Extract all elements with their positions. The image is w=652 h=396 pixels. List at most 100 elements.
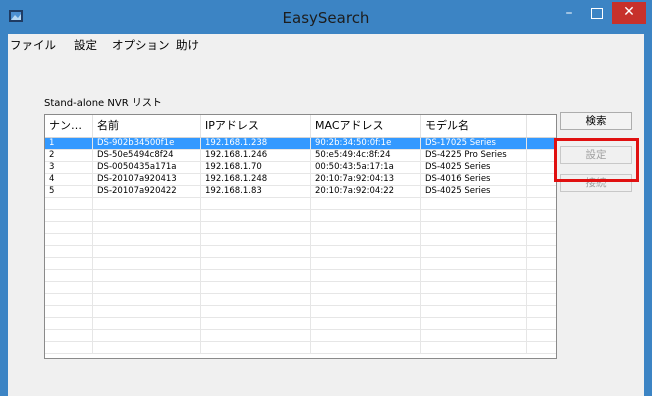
maximize-button[interactable]	[584, 4, 610, 24]
client-area: ファイル 設定 オプション 助け Stand-alone NVR リスト ナン……	[8, 34, 644, 396]
table-cell-model	[421, 210, 527, 221]
close-button[interactable]: ✕	[612, 2, 646, 24]
table-cell-mac	[311, 234, 421, 245]
table-cell-name: DS-20107a920413	[93, 174, 201, 185]
table-row[interactable]	[45, 198, 556, 210]
highlight-box	[554, 138, 639, 182]
table-row[interactable]	[45, 306, 556, 318]
table-cell-ip	[201, 210, 311, 221]
table-cell-num	[45, 246, 93, 257]
table-row[interactable]	[45, 330, 556, 342]
table-cell-num	[45, 210, 93, 221]
app-window: EasySearch – ✕ ファイル 設定 オプション 助け Stand-al…	[0, 0, 652, 396]
table-cell-ip	[201, 222, 311, 233]
table-row[interactable]: 3 DS-0050435a171a 192.168.1.70 00:50:43:5a:…	[45, 162, 556, 174]
table-cell-mac: 20:10:7a:92:04:22	[311, 186, 421, 197]
table-row[interactable]	[45, 294, 556, 306]
table-row[interactable]	[45, 222, 556, 234]
table-cell-ip: 192.168.1.83	[201, 186, 311, 197]
table-cell-model	[421, 258, 527, 269]
window-title: EasySearch	[282, 9, 370, 27]
minimize-button[interactable]: –	[556, 4, 582, 24]
menu-bar: ファイル 設定 オプション 助け	[8, 34, 644, 56]
nvr-list-view[interactable]: ナン… 名前 IPアドレス MACアドレス モデル名 1 DS-902b34500…	[44, 114, 557, 359]
table-cell-mac	[311, 246, 421, 257]
table-cell-model	[421, 282, 527, 293]
table-cell-model	[421, 246, 527, 257]
table-cell-num	[45, 282, 93, 293]
table-cell-ip	[201, 258, 311, 269]
table-cell-name	[93, 222, 201, 233]
table-row[interactable]	[45, 270, 556, 282]
table-cell-ip: 192.168.1.70	[201, 162, 311, 173]
table-row[interactable]	[45, 342, 556, 354]
table-cell-name	[93, 270, 201, 281]
table-cell-model	[421, 294, 527, 305]
table-cell-name	[93, 246, 201, 257]
table-cell-ip	[201, 246, 311, 257]
column-header-mac[interactable]: MACアドレス	[311, 115, 421, 137]
table-cell-name: DS-902b34500f1e	[93, 138, 201, 149]
nvr-list-label: Stand-alone NVR リスト	[44, 98, 162, 109]
table-cell-ip	[201, 330, 311, 341]
title-bar[interactable]: EasySearch – ✕	[0, 0, 652, 34]
table-cell-name: DS-0050435a171a	[93, 162, 201, 173]
table-row[interactable]: 1 DS-902b34500f1e 192.168.1.238 90:2b:34:50…	[45, 138, 556, 150]
table-row[interactable]	[45, 210, 556, 222]
table-cell-name	[93, 198, 201, 209]
table-cell-mac	[311, 282, 421, 293]
table-cell-num: 4	[45, 174, 93, 185]
column-header-model[interactable]: モデル名	[421, 115, 527, 137]
table-cell-ip: 192.168.1.246	[201, 150, 311, 161]
column-header-name[interactable]: 名前	[93, 115, 201, 137]
table-cell-name: DS-50e5494c8f24	[93, 150, 201, 161]
table-row[interactable]	[45, 282, 556, 294]
menu-file[interactable]: ファイル	[10, 37, 56, 53]
menu-settings[interactable]: 設定	[74, 37, 97, 53]
table-cell-mac: 00:50:43:5a:17:1a	[311, 162, 421, 173]
table-cell-mac: 90:2b:34:50:0f:1e	[311, 138, 421, 149]
maximize-icon	[591, 8, 603, 19]
table-cell-mac	[311, 330, 421, 341]
table-cell-mac	[311, 210, 421, 221]
table-cell-model	[421, 342, 527, 353]
table-row[interactable]	[45, 246, 556, 258]
table-cell-mac	[311, 258, 421, 269]
table-row[interactable]: 5 DS-20107a920422 192.168.1.83 20:10:7a:92:…	[45, 186, 556, 198]
table-cell-name	[93, 294, 201, 305]
table-cell-name	[93, 210, 201, 221]
table-cell-mac	[311, 222, 421, 233]
table-cell-mac	[311, 318, 421, 329]
table-row[interactable]	[45, 234, 556, 246]
table-cell-ip	[201, 318, 311, 329]
column-header-ip[interactable]: IPアドレス	[201, 115, 311, 137]
table-cell-num	[45, 294, 93, 305]
table-cell-num: 3	[45, 162, 93, 173]
table-row[interactable]	[45, 318, 556, 330]
column-header-number[interactable]: ナン…	[45, 115, 93, 137]
table-cell-model	[421, 222, 527, 233]
table-cell-ip: 192.168.1.238	[201, 138, 311, 149]
table-cell-num: 5	[45, 186, 93, 197]
table-cell-model	[421, 306, 527, 317]
table-cell-num: 2	[45, 150, 93, 161]
list-header: ナン… 名前 IPアドレス MACアドレス モデル名	[45, 115, 556, 138]
table-cell-mac	[311, 294, 421, 305]
menu-help[interactable]: 助け	[176, 37, 199, 53]
table-cell-num	[45, 222, 93, 233]
table-cell-ip	[201, 342, 311, 353]
table-cell-mac	[311, 270, 421, 281]
table-row[interactable]: 4 DS-20107a920413 192.168.1.248 20:10:7a:92…	[45, 174, 556, 186]
menu-options[interactable]: オプション	[112, 37, 170, 53]
table-row[interactable]: 2 DS-50e5494c8f24 192.168.1.246 50:e5:49:4c…	[45, 150, 556, 162]
table-cell-name: DS-20107a920422	[93, 186, 201, 197]
table-cell-mac	[311, 306, 421, 317]
table-cell-model	[421, 330, 527, 341]
table-cell-model	[421, 318, 527, 329]
table-cell-num	[45, 234, 93, 245]
search-button[interactable]: 検索	[560, 112, 632, 130]
table-cell-num	[45, 258, 93, 269]
table-row[interactable]	[45, 258, 556, 270]
table-cell-name	[93, 282, 201, 293]
table-cell-ip: 192.168.1.248	[201, 174, 311, 185]
